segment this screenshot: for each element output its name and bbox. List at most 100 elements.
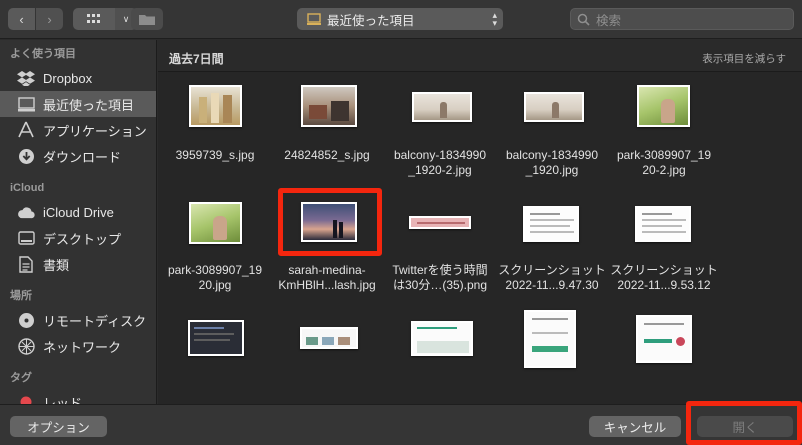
recents-icon — [307, 13, 321, 25]
sidebar-item-label: Dropbox — [43, 70, 93, 86]
file-thumbnail-balcony-2[interactable] — [412, 92, 472, 122]
sidebar-item-documents[interactable]: 書類 — [0, 251, 156, 277]
sidebar-item-label: リモートディスク — [43, 313, 147, 329]
file-name-line2: _1920.jpg — [525, 163, 579, 177]
red-tag-icon — [17, 393, 35, 404]
applications-icon — [17, 121, 35, 139]
file-thumbnail[interactable] — [636, 315, 692, 363]
file-thumbnail-park-2[interactable] — [637, 85, 690, 127]
recents-icon — [17, 95, 35, 113]
sidebar-item-dropbox[interactable]: Dropbox — [0, 65, 156, 91]
file-name-line2: 2022-11...9.53.12 — [617, 278, 711, 292]
sidebar-section-favorites: よく使う項目 — [10, 48, 76, 60]
search-icon — [577, 13, 590, 26]
location-label: 最近使った項目 — [327, 13, 415, 28]
sidebar-item-label: ダウンロード — [43, 149, 122, 165]
sidebar-item-label: レッド — [43, 395, 83, 405]
file-name[interactable]: sarah-medina- KmHBlH...lash.jpg — [271, 263, 383, 293]
search-placeholder: 検索 — [596, 13, 622, 28]
highlight-box-selected-file — [278, 188, 382, 256]
file-thumbnail[interactable] — [300, 327, 358, 349]
file-name-line1: Twitterを使う時間 — [392, 263, 488, 277]
file-thumbnail-park[interactable] — [189, 202, 242, 244]
chevron-right-icon: › — [47, 11, 52, 27]
network-icon — [17, 337, 35, 355]
file-name-line1: balcony-1834990 — [393, 148, 487, 162]
file-name[interactable]: park-3089907_19 20-2.jpg — [608, 148, 720, 178]
file-name[interactable]: 3959739_s.jpg — [159, 148, 271, 163]
file-name[interactable]: スクリーンショット 2022-11...9.53.12 — [608, 263, 720, 293]
location-popup[interactable]: 最近使った項目 ▴ ▾ — [297, 8, 503, 30]
folder-icon — [139, 15, 155, 25]
file-name[interactable]: 24824852_s.jpg — [271, 148, 383, 163]
sidebar-item-label: ネットワーク — [43, 339, 122, 355]
new-folder-button[interactable] — [131, 8, 163, 30]
sidebar-item-red-tag[interactable]: レッド — [0, 389, 156, 404]
bottom-bar: オプション キャンセル 開く — [0, 404, 802, 445]
file-name-line2: _1920-2.jpg — [408, 163, 472, 177]
section-header: 過去7日間 表示項目を減らす — [158, 40, 802, 72]
desktop-icon — [17, 229, 35, 247]
file-thumbnail-screenshot-2[interactable] — [635, 206, 691, 242]
forward-button[interactable]: › — [36, 8, 63, 30]
file-name-line1: park-3089907_19 — [616, 148, 712, 162]
file-name[interactable]: park-3089907_19 20.jpg — [159, 263, 271, 293]
file-name-line2: KmHBlH...lash.jpg — [278, 278, 376, 292]
file-thumbnail-screenshot-1[interactable] — [523, 206, 579, 242]
icloud-icon — [17, 203, 35, 221]
sidebar-item-label: 最近使った項目 — [43, 97, 135, 113]
file-name[interactable]: スクリーンショット 2022-11...9.47.30 — [496, 263, 608, 293]
file-name-line2: は30分…(35).png — [392, 278, 488, 292]
sidebar-item-recents[interactable]: 最近使った項目 — [0, 91, 156, 117]
file-name-line1: park-3089907_19 — [167, 263, 263, 277]
sidebar-item-remote-disc[interactable]: リモートディスク — [0, 307, 156, 333]
file-name[interactable]: Twitterを使う時間 は30分…(35).png — [384, 263, 496, 293]
file-thumbnail[interactable] — [411, 321, 473, 356]
toolbar: ‹ › ∨ 最近使った項目 ▴ ▾ 検索 — [0, 0, 802, 39]
file-thumbnail-twitter[interactable] — [409, 216, 471, 229]
file-name-line1: sarah-medina- — [288, 263, 366, 277]
show-less-link[interactable]: 表示項目を減らす — [702, 51, 786, 66]
cancel-button[interactable]: キャンセル — [589, 416, 681, 437]
file-name-line1: スクリーンショット — [498, 263, 606, 277]
file-name-line1: スクリーンショット — [610, 263, 718, 277]
file-thumbnail-3959739[interactable] — [189, 85, 242, 127]
section-title: 過去7日間 — [169, 52, 224, 66]
sidebar-item-label: デスクトップ — [43, 231, 122, 247]
file-thumbnail-24824852[interactable] — [301, 85, 357, 127]
dropbox-icon — [17, 69, 35, 87]
remote-disc-icon — [17, 311, 35, 329]
sidebar-item-label: アプリケーション — [43, 123, 147, 139]
sidebar-item-network[interactable]: ネットワーク — [0, 333, 156, 359]
chevron-down-icon: ∨ — [122, 13, 130, 24]
file-name[interactable]: balcony-1834990 _1920-2.jpg — [384, 148, 496, 178]
file-name-line2: 20.jpg — [198, 278, 232, 292]
file-name-line2: 2022-11...9.47.30 — [505, 278, 599, 292]
documents-icon — [17, 255, 35, 273]
file-thumbnail[interactable] — [524, 310, 576, 368]
file-thumbnail[interactable] — [188, 320, 244, 356]
file-thumbnail-balcony[interactable] — [524, 92, 584, 122]
file-name-line1: balcony-1834990 — [505, 148, 599, 162]
view-mode-button[interactable] — [73, 8, 115, 30]
options-button[interactable]: オプション — [10, 416, 107, 437]
file-name-line2: 20-2.jpg — [642, 163, 686, 177]
back-button[interactable]: ‹ — [8, 8, 35, 30]
chevron-left-icon: ‹ — [19, 11, 24, 27]
grid-view-icon — [87, 14, 100, 23]
sidebar-section-tags: タグ — [10, 372, 32, 384]
highlight-box-open-button — [686, 401, 802, 445]
sidebar-item-icloud-drive[interactable]: iCloud Drive — [0, 199, 156, 225]
search-field[interactable]: 検索 — [570, 8, 794, 30]
downloads-icon — [17, 147, 35, 165]
sidebar: よく使う項目 Dropbox 最近使った項目 アプリケーション ダウンロード i… — [0, 40, 157, 404]
sidebar-section-icloud: iCloud — [10, 182, 45, 194]
file-browser: 過去7日間 表示項目を減らす 3959739_s.jpg 24824852_s.… — [158, 40, 802, 404]
sidebar-item-applications[interactable]: アプリケーション — [0, 117, 156, 143]
sidebar-item-label: 書類 — [43, 257, 70, 273]
updown-chevron-icon: ▴ ▾ — [492, 10, 497, 28]
sidebar-item-desktop[interactable]: デスクトップ — [0, 225, 156, 251]
sidebar-item-downloads[interactable]: ダウンロード — [0, 143, 156, 169]
file-name[interactable]: balcony-1834990 _1920.jpg — [496, 148, 608, 178]
sidebar-item-label: iCloud Drive — [43, 204, 114, 220]
